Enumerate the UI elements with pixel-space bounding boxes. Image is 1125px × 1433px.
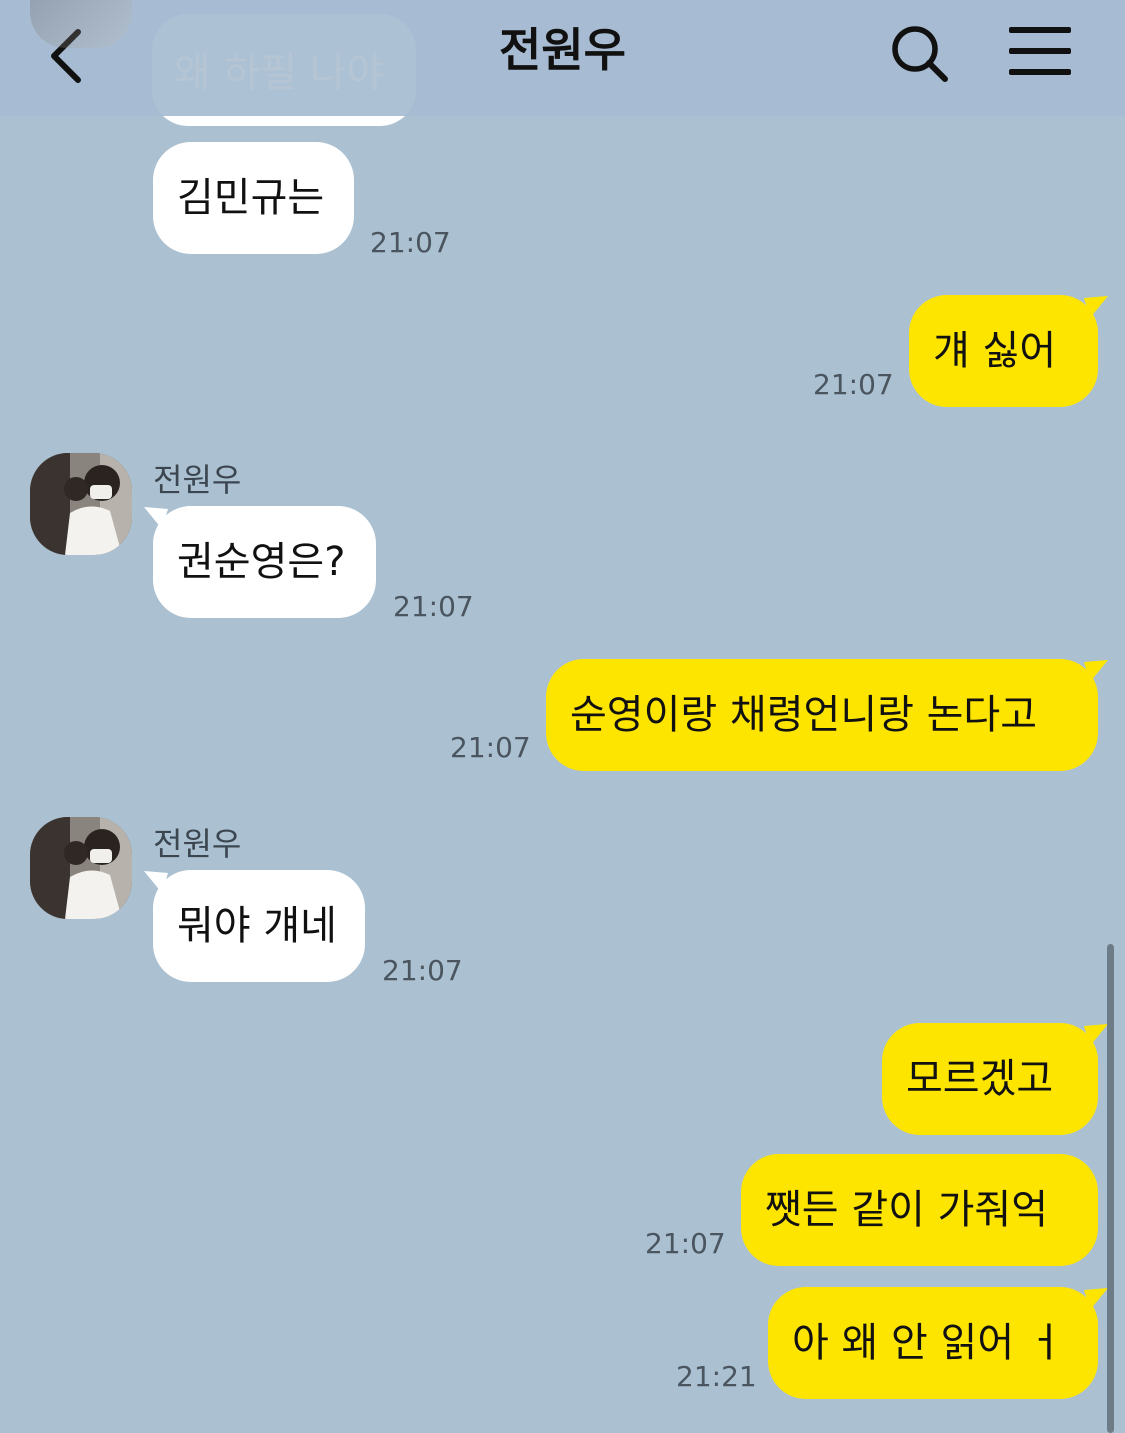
message-bubble-incoming[interactable]: 뭐야 걔네	[153, 870, 365, 982]
profile-photo-icon	[30, 453, 132, 555]
hamburger-menu-icon	[1009, 69, 1071, 75]
hamburger-menu-icon	[1009, 48, 1071, 54]
message-text: 뭐야 걔네	[177, 903, 337, 949]
bubble-tail	[1084, 296, 1108, 318]
search-icon	[892, 26, 948, 82]
bubble-tail	[1084, 1288, 1108, 1310]
message-text: 모르겠고	[906, 1056, 1054, 1102]
message-time: 21:07	[382, 954, 463, 987]
message-text: 왜 하필 나야	[174, 50, 384, 96]
message-time: 21:07	[370, 226, 451, 259]
message-time: 21:07	[813, 368, 894, 401]
message-bubble-outgoing[interactable]: 쨋든 같이 가줘억	[741, 1154, 1098, 1266]
search-button[interactable]	[888, 22, 952, 86]
message-time: 21:07	[645, 1227, 726, 1260]
message-text: 순영이랑 채령언니랑 논다고	[570, 692, 1038, 738]
message-time: 21:07	[450, 731, 531, 764]
message-bubble-incoming[interactable]: 김민규는	[153, 142, 354, 254]
scrollbar[interactable]	[1107, 944, 1114, 1433]
menu-button[interactable]	[1006, 25, 1076, 80]
message-time: 21:07	[393, 590, 474, 623]
avatar[interactable]	[30, 0, 132, 48]
message-time: 21:21	[676, 1360, 757, 1393]
hamburger-menu-icon	[1009, 27, 1071, 33]
bubble-tail	[1084, 1024, 1108, 1046]
message-text: 걔 싫어	[933, 328, 1057, 374]
message-bubble-incoming[interactable]: 권순영은?	[153, 506, 376, 618]
chat-screen: 왜 하필 나야 전원우 김민규는 21:07 걔 싫어 21:07 전원우 권순…	[0, 0, 1125, 1433]
avatar[interactable]	[30, 817, 132, 919]
message-bubble-outgoing[interactable]: 걔 싫어	[909, 295, 1098, 407]
message-text: 쨋든 같이 가줘억	[765, 1187, 1049, 1233]
message-bubble-outgoing[interactable]: 모르겠고	[882, 1023, 1098, 1135]
message-bubble-outgoing[interactable]: 아 왜 안 읽어 ㅓ	[768, 1287, 1098, 1399]
chat-header: 전원우	[0, 0, 1125, 116]
message-text: 김민규는	[177, 175, 325, 221]
bubble-tail	[1084, 660, 1108, 682]
chat-title: 전원우	[499, 23, 626, 77]
sender-name: 전원우	[153, 461, 242, 499]
message-text: 권순영은?	[177, 539, 346, 585]
message-bubble-outgoing[interactable]: 순영이랑 채령언니랑 논다고	[546, 659, 1098, 771]
sender-name: 전원우	[153, 825, 242, 863]
profile-photo-icon	[30, 817, 132, 919]
avatar[interactable]	[30, 453, 132, 555]
message-text: 아 왜 안 읽어 ㅓ	[792, 1320, 1064, 1366]
